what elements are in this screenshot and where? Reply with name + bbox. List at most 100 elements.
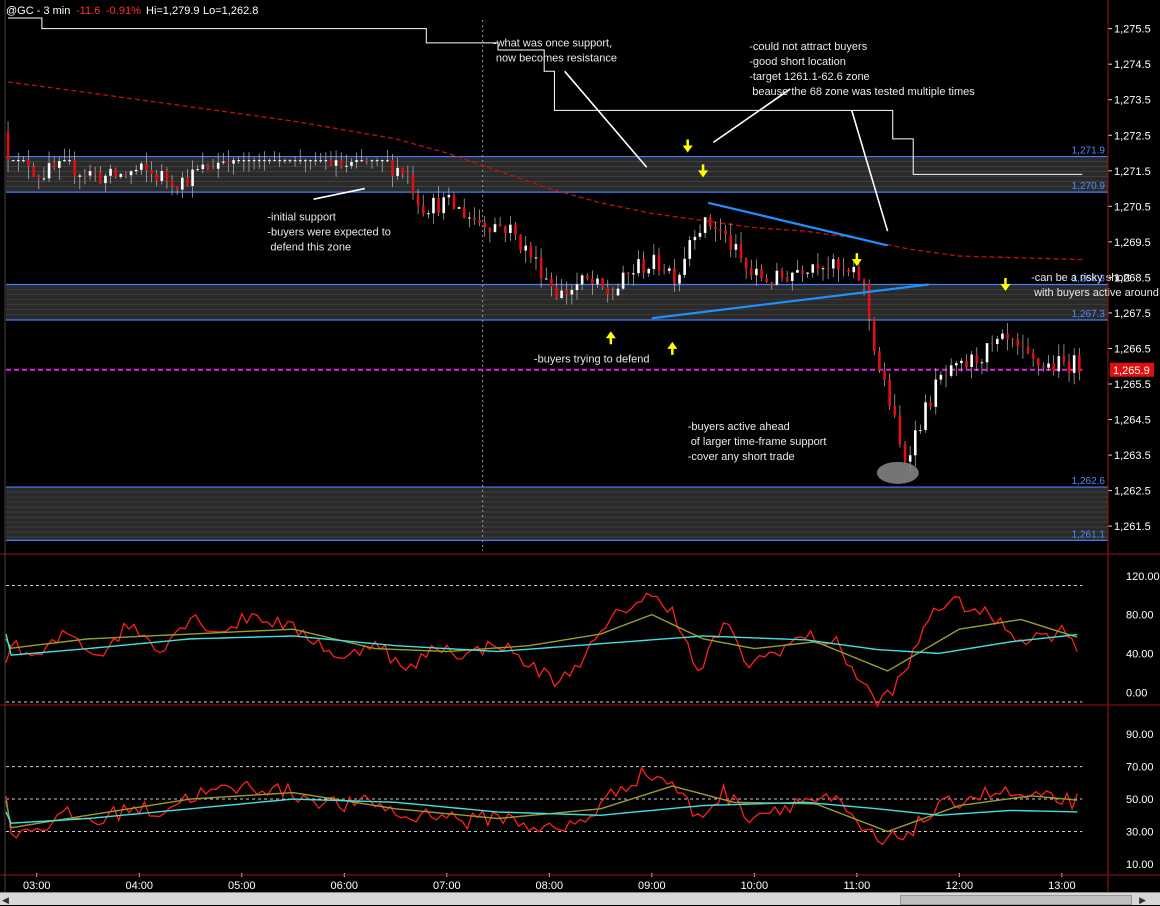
candle-body — [632, 273, 635, 275]
annotation-5-line-2: -cover any short trade — [688, 451, 795, 463]
candle-body — [544, 278, 548, 280]
osc-tick-label: 40.00 — [1126, 648, 1154, 660]
price-tick-label: 1,273.5 — [1114, 95, 1151, 107]
candle-body — [621, 272, 625, 289]
candle-body — [1042, 365, 1045, 368]
candle-body — [488, 227, 492, 232]
horizontal-scrollbar[interactable]: ◀ ▶ — [0, 892, 1160, 905]
price-tick-label: 1,263.5 — [1114, 450, 1151, 462]
candle-body — [514, 224, 517, 235]
candle-body — [165, 170, 169, 181]
candle-body — [708, 217, 712, 228]
change-label: -11.6 — [76, 5, 100, 17]
candle-body — [667, 268, 671, 271]
candle-body — [693, 236, 697, 241]
candle-body — [175, 186, 179, 190]
candle-body — [437, 197, 440, 214]
candle-body — [637, 259, 640, 274]
candle-body — [416, 194, 420, 206]
support-highlight-ellipse — [876, 461, 919, 484]
annotation-2-line-2: defend this zone — [270, 242, 351, 254]
time-tick-label: 09:00 — [638, 880, 666, 892]
zone-2-fill — [6, 487, 1108, 541]
candle-body — [816, 264, 820, 269]
candle-body — [329, 160, 333, 166]
candle-body — [181, 177, 184, 190]
candle-body — [134, 169, 138, 172]
osc-tick-label: 50.00 — [1126, 794, 1154, 806]
candle-body — [729, 234, 733, 250]
candle-body — [17, 160, 20, 162]
candle-body — [27, 160, 30, 167]
scroll-right-icon[interactable]: ▶ — [1139, 895, 1146, 906]
candle-body — [842, 269, 845, 271]
candle-body — [247, 160, 251, 162]
osc-tick-label: 90.00 — [1126, 729, 1154, 741]
annotation-2-line-0: -initial support — [267, 212, 335, 224]
candle-body — [519, 234, 522, 251]
time-tick-label: 12:00 — [946, 880, 974, 892]
candle-body — [570, 290, 574, 295]
candle-body — [760, 268, 763, 279]
symbol-label: @GC - 3 min — [6, 5, 70, 17]
osc-tick-label: 80.00 — [1126, 610, 1154, 622]
candle-body — [734, 244, 738, 250]
candle-body — [293, 160, 297, 162]
candle-body — [555, 286, 558, 298]
candle-body — [898, 415, 902, 445]
candle-body — [944, 374, 948, 376]
candle-body — [924, 402, 927, 431]
candle-body — [468, 217, 471, 219]
candle-body — [375, 160, 379, 162]
candle-body — [796, 270, 799, 273]
candle-body — [1026, 347, 1030, 353]
candle-body — [970, 354, 973, 367]
candle-body — [309, 160, 312, 162]
candle-body — [1011, 338, 1014, 340]
annotation-3-line-0: -buyers trying to defend — [534, 354, 650, 366]
candle-body — [421, 205, 425, 214]
osc-tick-label: 0.00 — [1126, 687, 1147, 699]
candle-body — [11, 160, 15, 162]
candle-body — [765, 278, 768, 282]
candle-body — [345, 165, 348, 167]
candle-body — [673, 268, 676, 284]
candle-body — [580, 275, 584, 285]
annotation-0-line-0: -what was once support, — [493, 37, 612, 49]
candle-body — [201, 164, 205, 170]
candle-body — [406, 174, 410, 176]
candle-body — [703, 217, 707, 233]
annotation-1-line-3: beause the 68 zone was tested multiple t… — [752, 86, 975, 98]
candle-body — [647, 268, 651, 274]
candle-body — [749, 268, 753, 276]
candle-body — [186, 177, 189, 186]
candle-body — [1057, 356, 1061, 372]
candle-body — [432, 197, 435, 214]
candle-body — [801, 270, 804, 274]
trading-chart-canvas[interactable]: @GC - 3 min -11.6 -0.91% Hi=1,279.9 Lo=1… — [0, 0, 1160, 904]
candle-body — [857, 267, 861, 281]
zone-2-upper-label: 1,262.6 — [1072, 476, 1106, 487]
candle-body — [334, 160, 338, 166]
candle-body — [109, 168, 112, 176]
candle-body — [452, 195, 456, 209]
candle-body — [427, 213, 430, 215]
candle-body — [965, 360, 968, 367]
candle-body — [852, 267, 856, 273]
candle-body — [826, 268, 830, 270]
candle-body — [462, 207, 466, 219]
candle-body — [493, 224, 497, 232]
candle-body — [611, 294, 615, 296]
zone-0-upper-label: 1,271.9 — [1072, 146, 1106, 157]
candle-body — [775, 270, 779, 285]
candle-body — [227, 161, 230, 164]
scroll-left-icon[interactable]: ◀ — [2, 895, 9, 906]
candle-body — [99, 172, 102, 184]
time-tick-label: 11:00 — [843, 880, 870, 892]
candle-body — [821, 268, 825, 270]
candle-body — [534, 257, 538, 259]
candle-body — [785, 277, 789, 282]
osc-tick-label: 30.00 — [1126, 826, 1154, 838]
zone-1-lower-label: 1,267.3 — [1072, 309, 1106, 320]
candle-body — [960, 360, 963, 364]
